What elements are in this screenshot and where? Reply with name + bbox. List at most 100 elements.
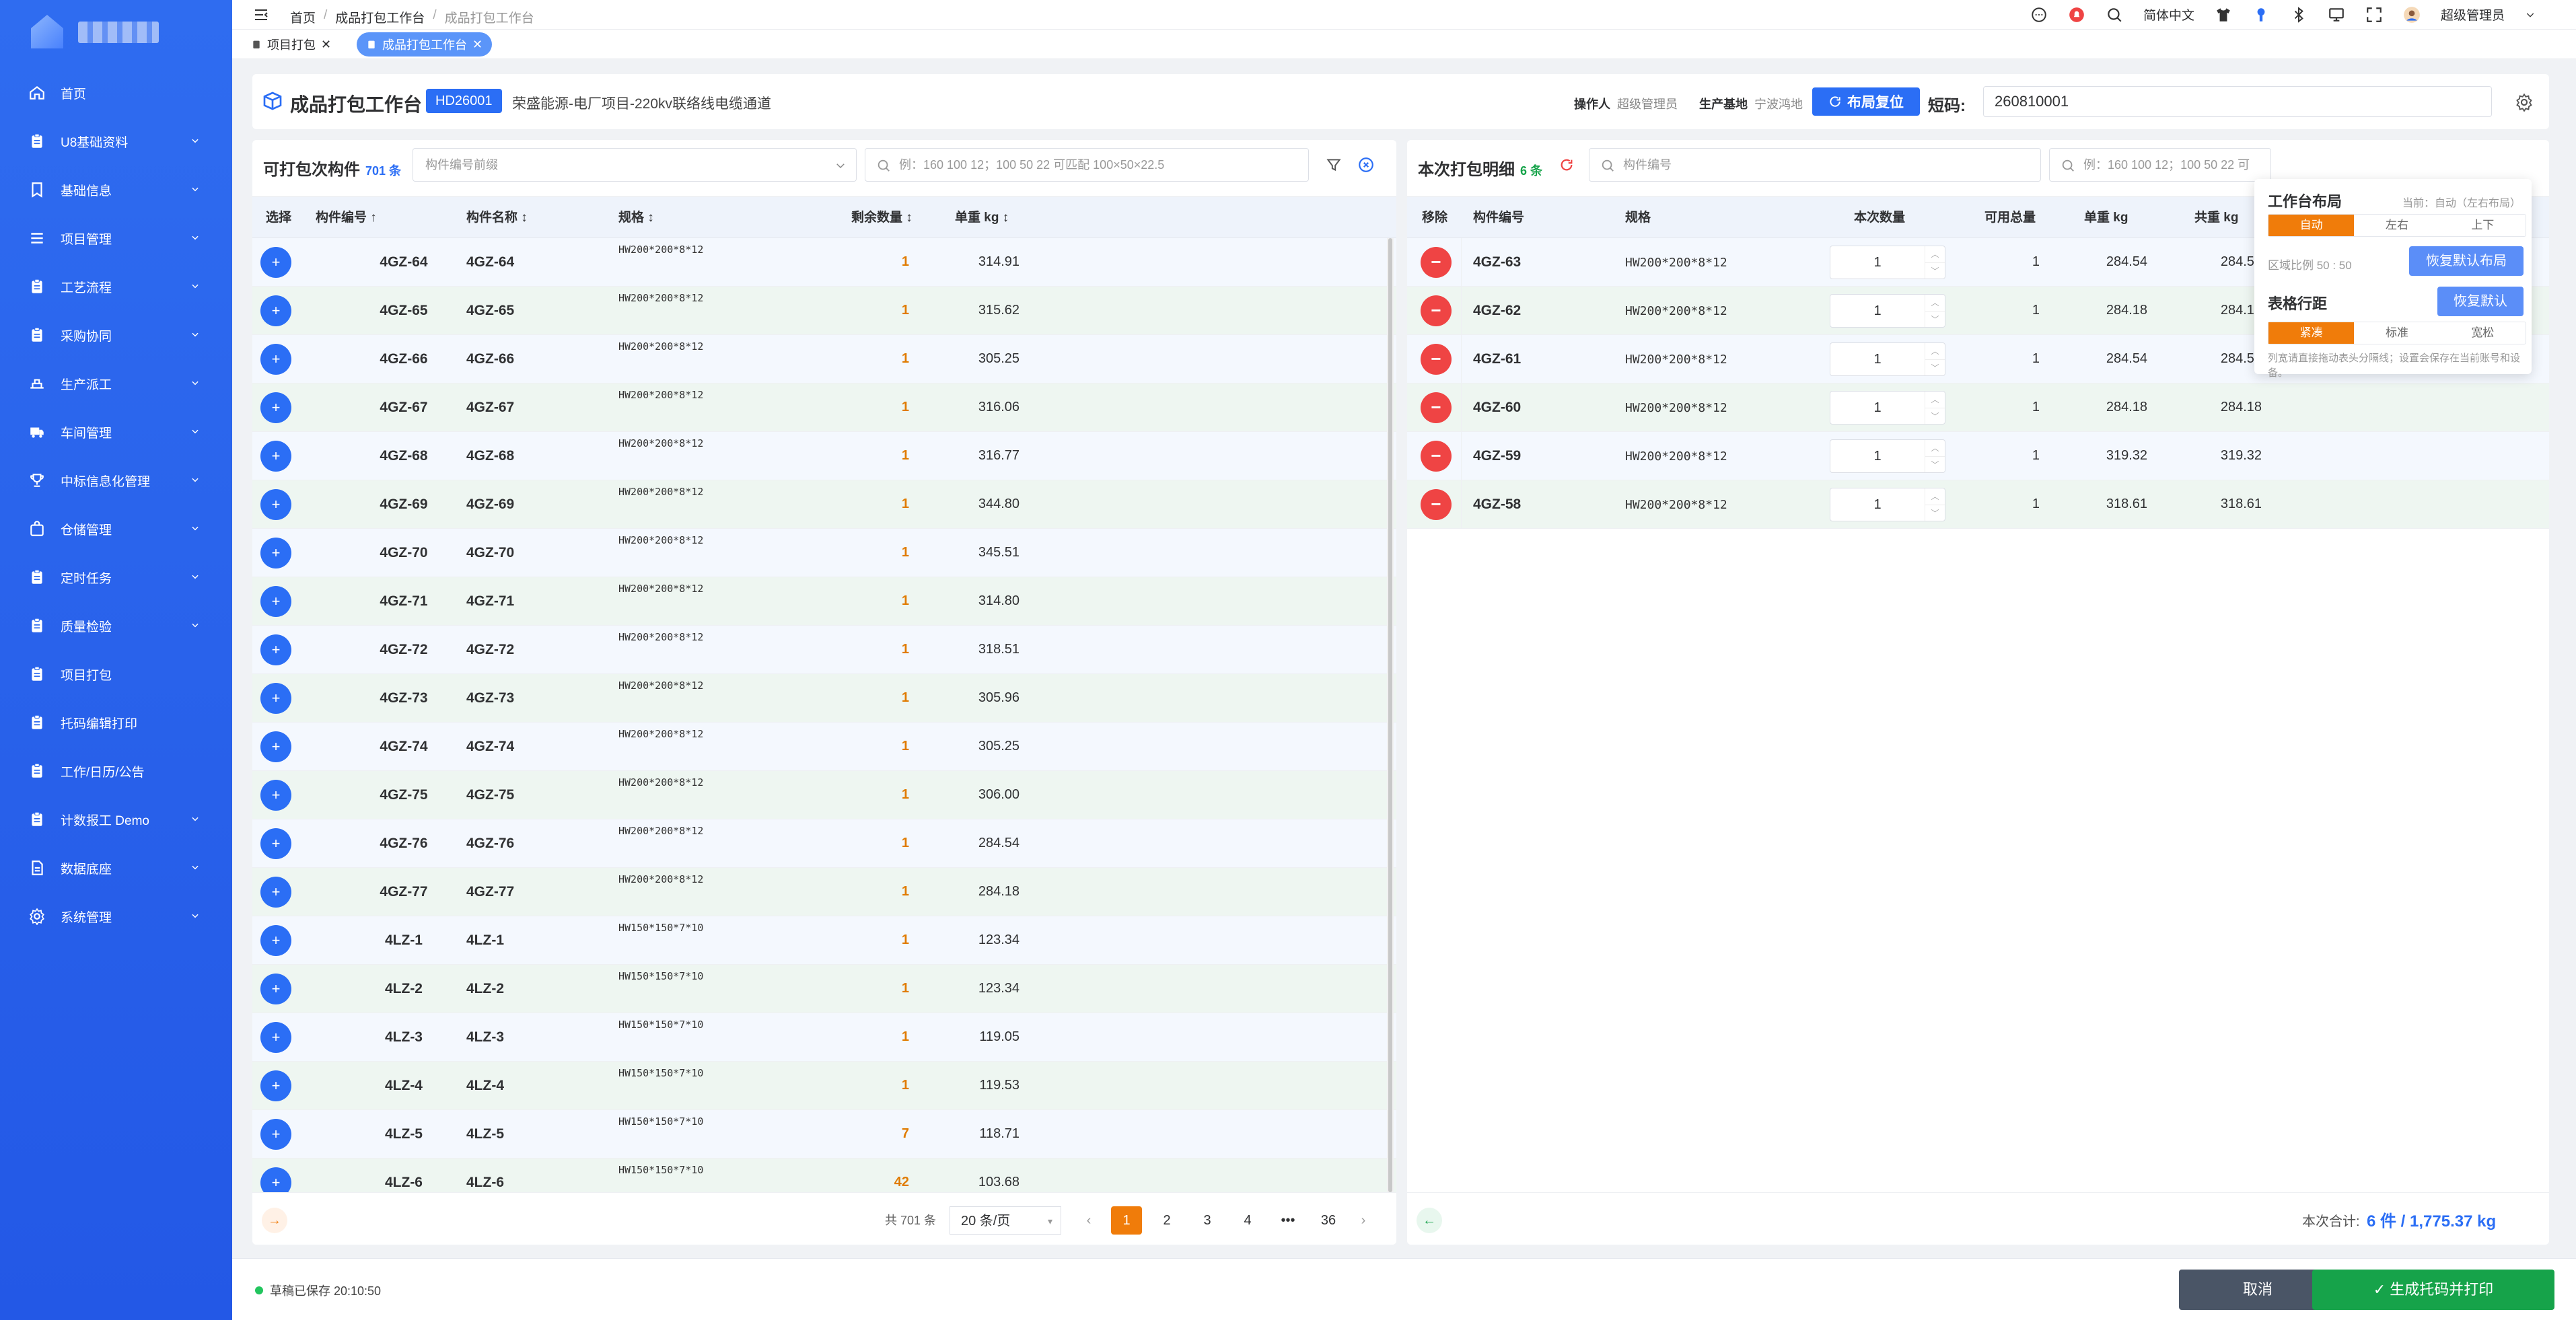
page-4[interactable]: 4 [1232, 1206, 1263, 1235]
add-part-button[interactable]: + [260, 1119, 291, 1150]
sidebar-item-13[interactable]: 托码编辑打印 [0, 698, 232, 747]
quantity-stepper[interactable]: 1 ︿ ﹀ [1830, 342, 1945, 376]
page-size-select[interactable]: 20 条/页 ▾ [950, 1206, 1061, 1235]
decrement-button[interactable]: ﹀ [1925, 408, 1945, 424]
page-ellipsis[interactable]: ••• [1273, 1206, 1303, 1235]
quantity-value[interactable]: 1 [1830, 343, 1925, 375]
table-row[interactable]: +4LZ-1 4LZ-1 HW150*150*7*10 1 123.34 [252, 916, 1396, 965]
sidebar-item-11[interactable]: 质量检验 [0, 601, 232, 650]
table-row[interactable]: +4GZ-66 4GZ-66 HW200*200*8*12 1 305.25 [252, 335, 1396, 383]
sidebar-item-17[interactable]: 系统管理 [0, 892, 232, 941]
sidebar-item-14[interactable]: 工作/日历/公告 [0, 747, 232, 795]
sidebar-item-15[interactable]: 计数报工 Demo [0, 795, 232, 844]
chevron-down-icon[interactable] [2525, 9, 2536, 20]
table-row[interactable]: −4GZ-60 HW200*200*8*12 1 ︿ ﹀ 1 284.18 284.18 [1407, 383, 2549, 432]
wifi-tag-icon[interactable] [2252, 6, 2270, 24]
add-part-button[interactable]: + [260, 925, 291, 956]
col-spec[interactable]: 规格 ↕ [618, 197, 654, 239]
sidebar-item-5[interactable]: 采购协同 [0, 311, 232, 359]
monitor-icon[interactable] [2328, 6, 2345, 24]
col-code[interactable]: 构件编号 ↑ [316, 197, 377, 239]
table-row[interactable]: +4GZ-69 4GZ-69 HW200*200*8*12 1 344.80 [252, 480, 1396, 529]
clear-filter-icon[interactable] [1357, 156, 1375, 174]
bluetooth-icon[interactable] [2290, 6, 2307, 24]
language-switch[interactable]: 简体中文 [2143, 5, 2194, 24]
message-icon[interactable] [2030, 6, 2048, 24]
quantity-value[interactable]: 1 [1830, 246, 1925, 279]
quantity-stepper[interactable]: 1 ︿ ﹀ [1830, 294, 1945, 328]
filter-icon[interactable] [1325, 156, 1343, 174]
close-icon[interactable]: ✕ [472, 38, 482, 52]
sidebar-item-9[interactable]: 仓储管理 [0, 505, 232, 553]
avatar[interactable] [2403, 6, 2421, 24]
quantity-stepper[interactable]: 1 ︿ ﹀ [1830, 391, 1945, 425]
table-row[interactable]: −4GZ-58 HW200*200*8*12 1 ︿ ﹀ 1 318.61 318.61 [1407, 480, 2549, 529]
table-row[interactable]: +4GZ-77 4GZ-77 HW200*200*8*12 1 284.18 [252, 868, 1396, 916]
quantity-value[interactable]: 1 [1830, 295, 1925, 327]
prev-page-button[interactable]: ‹ [1079, 1206, 1099, 1235]
add-part-button[interactable]: + [260, 683, 291, 714]
add-part-button[interactable]: + [260, 877, 291, 908]
add-part-button[interactable]: + [260, 295, 291, 326]
fullscreen-icon[interactable] [2365, 6, 2383, 24]
table-row[interactable]: +4GZ-71 4GZ-71 HW200*200*8*12 1 314.80 [252, 577, 1396, 626]
decrement-button[interactable]: ﹀ [1925, 262, 1945, 279]
increment-button[interactable]: ︿ [1925, 246, 1945, 262]
sidebar-item-2[interactable]: 基础信息 [0, 166, 232, 214]
sidebar-item-0[interactable]: 首页 [0, 69, 232, 117]
page-36[interactable]: 36 [1313, 1206, 1344, 1235]
part-code-search-input[interactable]: 构件编号 [1589, 148, 2041, 182]
add-part-button[interactable]: + [260, 634, 291, 665]
add-part-button[interactable]: + [260, 489, 291, 520]
user-name[interactable]: 超级管理员 [2441, 5, 2505, 24]
quantity-stepper[interactable]: 1 ︿ ﹀ [1830, 246, 1945, 279]
layout-reset-button[interactable]: 布局复位 [1812, 87, 1920, 116]
table-row[interactable]: +4LZ-2 4LZ-2 HW150*150*7*10 1 123.34 [252, 965, 1396, 1013]
quantity-value[interactable]: 1 [1830, 392, 1925, 424]
table-row[interactable]: +4GZ-68 4GZ-68 HW200*200*8*12 1 316.77 [252, 432, 1396, 480]
page-1[interactable]: 1 [1111, 1206, 1142, 1235]
gear-icon[interactable] [2515, 93, 2534, 112]
remove-part-button[interactable]: − [1421, 295, 1452, 326]
table-row[interactable]: +4GZ-76 4GZ-76 HW200*200*8*12 1 284.54 [252, 819, 1396, 868]
bell-icon[interactable] [2068, 6, 2085, 24]
remove-part-button[interactable]: − [1421, 344, 1452, 375]
spacing-standard-option[interactable]: 标准 [2354, 322, 2439, 344]
increment-button[interactable]: ︿ [1925, 488, 1945, 505]
add-part-button[interactable]: + [260, 731, 291, 762]
table-row[interactable]: +4LZ-3 4LZ-3 HW150*150*7*10 1 119.05 [252, 1013, 1396, 1062]
sidebar-item-6[interactable]: 生产派工 [0, 359, 232, 408]
sidebar-item-10[interactable]: 定时任务 [0, 553, 232, 601]
add-part-button[interactable]: + [260, 828, 291, 859]
layout-lr-option[interactable]: 左右 [2354, 215, 2439, 236]
breadcrumb-home[interactable]: 首页 [290, 8, 316, 26]
table-row[interactable]: +4GZ-73 4GZ-73 HW200*200*8*12 1 305.96 [252, 674, 1396, 723]
sidebar-item-16[interactable]: 数据底座 [0, 844, 232, 892]
col-remaining[interactable]: 剩余数量 ↕ [851, 197, 913, 239]
col-unit-weight[interactable]: 单重 kg ↕ [955, 197, 1009, 239]
quantity-stepper[interactable]: 1 ︿ ﹀ [1830, 439, 1945, 473]
increment-button[interactable]: ︿ [1925, 392, 1945, 408]
table-row[interactable]: +4LZ-4 4LZ-4 HW150*150*7*10 1 119.53 [252, 1062, 1396, 1110]
close-icon[interactable]: ✕ [321, 38, 331, 52]
search-icon[interactable] [2106, 6, 2123, 24]
remove-part-button[interactable]: − [1421, 441, 1452, 472]
table-row[interactable]: +4GZ-70 4GZ-70 HW200*200*8*12 1 345.51 [252, 529, 1396, 577]
sidebar-item-12[interactable]: 项目打包 [0, 650, 232, 698]
add-part-button[interactable]: + [260, 392, 291, 423]
code-prefix-select[interactable]: 构件编号前缀 [413, 148, 857, 182]
remove-part-button[interactable]: − [1421, 247, 1452, 278]
quantity-value[interactable]: 1 [1830, 488, 1925, 521]
table-row[interactable]: +4GZ-67 4GZ-67 HW200*200*8*12 1 316.06 [252, 383, 1396, 432]
add-part-button[interactable]: + [260, 538, 291, 569]
table-row[interactable]: +4GZ-75 4GZ-75 HW200*200*8*12 1 306.00 [252, 771, 1396, 819]
add-part-button[interactable]: + [260, 1022, 291, 1053]
quantity-stepper[interactable]: 1 ︿ ﹀ [1830, 488, 1945, 521]
menu-toggle-icon[interactable] [252, 7, 270, 23]
spacing-loose-option[interactable]: 宽松 [2440, 322, 2526, 344]
decrement-button[interactable]: ﹀ [1925, 359, 1945, 375]
generate-print-button[interactable]: ✓ 生成托码并打印 [2312, 1270, 2554, 1310]
increment-button[interactable]: ︿ [1925, 343, 1945, 359]
tab-project-pack[interactable]: 项目打包 ✕ [242, 32, 341, 57]
sidebar-item-3[interactable]: 项目管理 [0, 214, 232, 262]
